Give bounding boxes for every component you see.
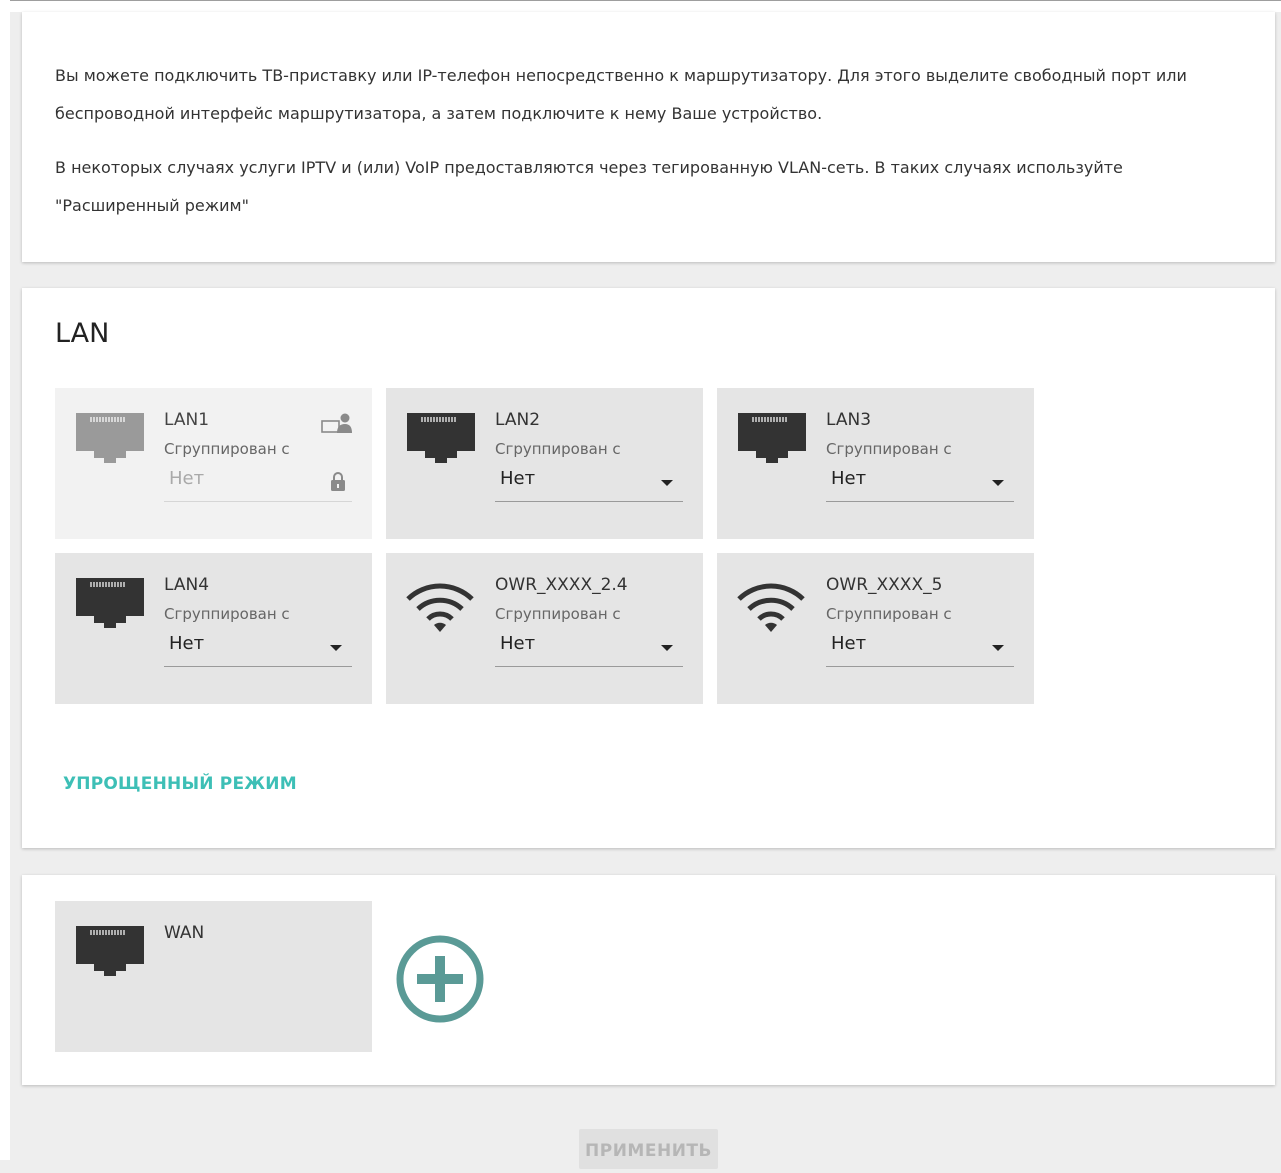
wifi-icon <box>737 583 805 632</box>
wifi-icon <box>406 583 474 632</box>
ethernet-port-icon <box>738 413 806 463</box>
wan-card: WAN <box>22 875 1275 1085</box>
info-paragraph-1: Вы можете подключить ТВ-приставку или IP… <box>55 66 1187 123</box>
user-device-icon <box>321 413 352 433</box>
tile-name: WAN <box>164 923 205 943</box>
add-button[interactable] <box>394 933 486 1025</box>
grouped-label: Сгруппирован с <box>164 605 290 623</box>
select-value: Нет <box>500 468 536 489</box>
chevron-down-icon <box>330 645 342 651</box>
tile-name: OWR_XXXX_2.4 <box>495 575 628 595</box>
ethernet-port-icon <box>76 413 144 463</box>
grouped-select-lan3[interactable]: Нет <box>826 466 1014 502</box>
ethernet-port-icon <box>76 926 144 976</box>
section-title-lan: LAN <box>55 318 110 349</box>
grouped-label: Сгруппирован с <box>164 440 290 458</box>
grouped-select-wifi-5[interactable]: Нет <box>826 631 1014 667</box>
tile-name: OWR_XXXX_5 <box>826 575 943 595</box>
lan-tile-lan4[interactable]: LAN4 Сгруппирован с Нет <box>55 553 372 704</box>
simple-mode-link[interactable]: УПРОЩЕННЫЙ РЕЖИМ <box>63 774 297 794</box>
info-card: Вы можете подключить ТВ-приставку или IP… <box>22 12 1275 262</box>
apply-button[interactable]: ПРИМЕНИТЬ <box>579 1129 718 1169</box>
tile-name: LAN2 <box>495 410 541 430</box>
chevron-down-icon <box>992 480 1004 486</box>
tile-name: LAN1 <box>164 410 210 430</box>
grouped-label: Сгруппирован с <box>495 440 621 458</box>
grouped-label: Сгруппирован с <box>495 605 621 623</box>
select-value: Нет <box>831 633 867 654</box>
lan-tile-lan2[interactable]: LAN2 Сгруппирован с Нет <box>386 388 703 539</box>
lan-card: LAN LAN1 Сгруппирован с Нет LAN2 Сгруппи… <box>22 288 1275 848</box>
wifi-tile-5[interactable]: OWR_XXXX_5 Сгруппирован с Нет <box>717 553 1034 704</box>
lock-icon <box>331 472 345 491</box>
ethernet-port-icon <box>407 413 475 463</box>
tile-name: LAN3 <box>826 410 872 430</box>
grouped-label: Сгруппирован с <box>826 605 952 623</box>
select-value: Нет <box>831 468 867 489</box>
grouped-label: Сгруппирован с <box>826 440 952 458</box>
wan-tile[interactable]: WAN <box>55 901 372 1052</box>
grouped-select-lan2[interactable]: Нет <box>495 466 683 502</box>
tile-name: LAN4 <box>164 575 210 595</box>
left-strip <box>0 0 10 1160</box>
select-value: Нет <box>169 468 205 489</box>
select-value: Нет <box>500 633 536 654</box>
grouped-select-wifi-2-4[interactable]: Нет <box>495 631 683 667</box>
select-value: Нет <box>169 633 205 654</box>
top-edge <box>10 0 1281 12</box>
grouped-select-lan1: Нет <box>164 466 352 502</box>
lan-tile-lan3[interactable]: LAN3 Сгруппирован с Нет <box>717 388 1034 539</box>
ethernet-port-icon <box>76 578 144 628</box>
lan-tile-lan1: LAN1 Сгруппирован с Нет <box>55 388 372 539</box>
chevron-down-icon <box>992 645 1004 651</box>
info-paragraph-2: В некоторых случаях услуги IPTV и (или) … <box>55 158 1123 215</box>
chevron-down-icon <box>661 480 673 486</box>
wifi-tile-2-4[interactable]: OWR_XXXX_2.4 Сгруппирован с Нет <box>386 553 703 704</box>
grouped-select-lan4[interactable]: Нет <box>164 631 352 667</box>
chevron-down-icon <box>661 645 673 651</box>
